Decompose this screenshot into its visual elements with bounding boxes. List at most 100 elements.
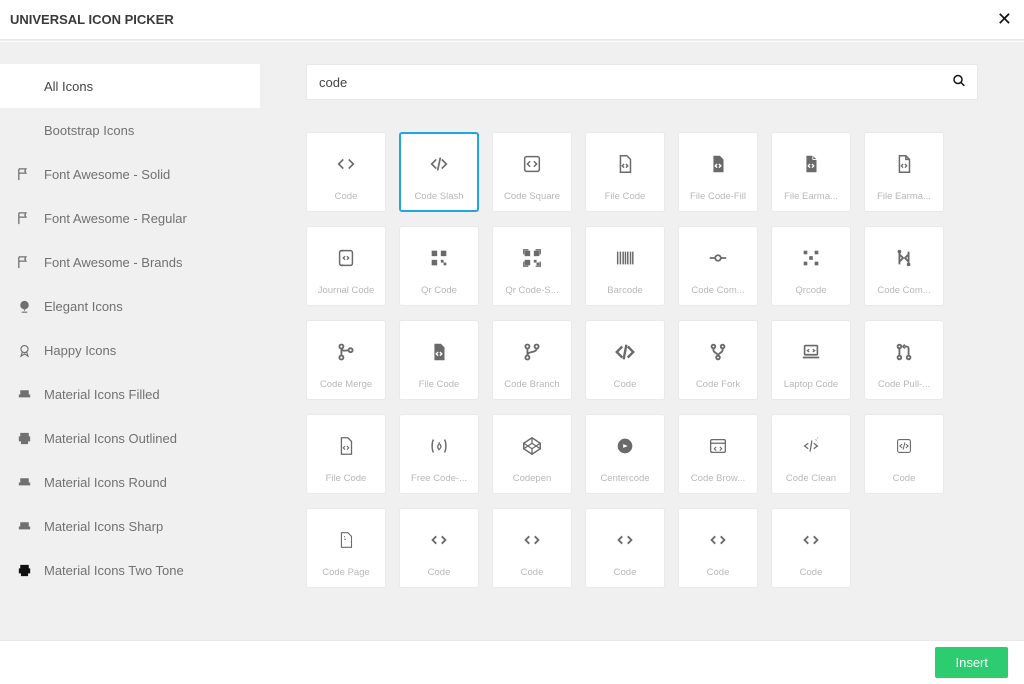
sidebar-item[interactable]: Material Icons Round [0, 460, 260, 504]
icon-card[interactable]: Laptop Code [771, 320, 851, 400]
insert-button[interactable]: Insert [935, 647, 1008, 678]
icon-label: Code [335, 191, 358, 202]
sidebar-item[interactable]: Font Awesome - Solid [0, 152, 260, 196]
icon-card[interactable]: Code [306, 132, 386, 212]
icon-card[interactable]: File Earma... [864, 132, 944, 212]
sidebar-item[interactable]: Material Icons Two Tone [0, 548, 260, 592]
icon-label: Code Branch [504, 379, 559, 390]
icon-label: Laptop Code [784, 379, 838, 390]
code-slash-icon [428, 149, 450, 179]
icon-card[interactable]: Qrcode [771, 226, 851, 306]
icon-card[interactable]: Centercode [585, 414, 665, 494]
icon-label: Code [707, 567, 730, 578]
qr-icon [428, 243, 450, 273]
icon-card[interactable]: File Earma... [771, 132, 851, 212]
sidebar-item[interactable]: Material Icons Outlined [0, 416, 260, 460]
file-earmark-fill-icon [800, 149, 822, 179]
icon-label: Code [800, 567, 823, 578]
icon-card[interactable]: Code Brow... [678, 414, 758, 494]
close-icon[interactable]: ✕ [997, 9, 1012, 30]
icon-label: Qr Code [421, 285, 457, 296]
icon-card[interactable]: Code [492, 508, 572, 588]
search-input[interactable] [319, 75, 937, 90]
code-th3-icon [614, 525, 636, 555]
globe-icon [14, 296, 34, 316]
icon-card[interactable]: Code [399, 508, 479, 588]
icon-card[interactable]: Code Page [306, 508, 386, 588]
icon-card[interactable]: Code [585, 508, 665, 588]
icon-card[interactable]: Code [585, 320, 665, 400]
code-lt-icon [335, 149, 357, 179]
sidebar-item[interactable]: Material Icons Filled [0, 372, 260, 416]
icon-card[interactable]: Free Code-... [399, 414, 479, 494]
icon-label: Free Code-... [411, 473, 467, 484]
icon-card[interactable]: File Code [399, 320, 479, 400]
sidebar-item-label: Material Icons Sharp [44, 519, 163, 534]
code-th2-icon [521, 525, 543, 555]
codepen-icon [521, 431, 543, 461]
icon-card[interactable]: Qr Code [399, 226, 479, 306]
icon-label: Journal Code [318, 285, 375, 296]
code-fork-icon [707, 337, 729, 367]
icon-card[interactable]: Journal Code [306, 226, 386, 306]
code-lt-bold-icon [614, 337, 636, 367]
app-title: UNIVERSAL ICON PICKER [10, 12, 174, 27]
journal-code-icon [335, 243, 357, 273]
icon-card[interactable]: Code [864, 414, 944, 494]
sidebar: All Icons Bootstrap Icons Font Awesome - S… [0, 42, 260, 640]
sidebar-item[interactable]: Elegant Icons [0, 284, 260, 328]
icon-card[interactable]: Code [678, 508, 758, 588]
sidebar-item[interactable]: Bootstrap Icons [0, 108, 260, 152]
sidebar-item-label: Bootstrap Icons [44, 123, 134, 138]
icon-card[interactable]: Code Slash [399, 132, 479, 212]
icon-label: Code [521, 567, 544, 578]
icon-label: Code Square [504, 191, 560, 202]
file-code-solid-icon [428, 337, 450, 367]
sidebar-item-label: Material Icons Outlined [44, 431, 177, 446]
icon-card[interactable]: Code Branch [492, 320, 572, 400]
code-clean-icon [800, 431, 822, 461]
icon-label: File Code-Fill [690, 191, 746, 202]
icon-label: Qrcode [795, 285, 826, 296]
icon-label: Code [893, 473, 916, 484]
icon-label: File Code [326, 473, 367, 484]
icon-label: Code [428, 567, 451, 578]
icon-card[interactable]: Code Com... [864, 226, 944, 306]
icon-card[interactable]: File Code [585, 132, 665, 212]
icon-card[interactable]: Code Com... [678, 226, 758, 306]
code-square-outline-icon [521, 149, 543, 179]
icon-label: File Code [605, 191, 646, 202]
icon-card[interactable]: Code Merge [306, 320, 386, 400]
barcode-icon [614, 243, 636, 273]
icon-label: Code Page [322, 567, 370, 578]
sidebar-item[interactable]: Happy Icons [0, 328, 260, 372]
freecodecamp-icon [428, 431, 450, 461]
icon-card[interactable]: Code Clean [771, 414, 851, 494]
icon-card[interactable]: Code Fork [678, 320, 758, 400]
sidebar-item[interactable]: Font Awesome - Regular [0, 196, 260, 240]
print-icon [14, 428, 34, 448]
icon-card[interactable]: File Code-Fill [678, 132, 758, 212]
icon-card[interactable]: Code Square [492, 132, 572, 212]
sidebar-item-label: Elegant Icons [44, 299, 123, 314]
sidebar-item[interactable]: All Icons [0, 64, 260, 108]
code-compare-icon [893, 243, 915, 273]
icon-card[interactable]: File Code [306, 414, 386, 494]
icon-label: Code Brow... [691, 473, 745, 484]
icon-card[interactable]: Codepen [492, 414, 572, 494]
icon-label: Code [614, 379, 637, 390]
code-square-light-icon [893, 431, 915, 461]
icon-card[interactable]: Qr Code-S... [492, 226, 572, 306]
icon-card[interactable]: Code [771, 508, 851, 588]
icon-label: Code Merge [320, 379, 372, 390]
sidebar-item[interactable]: Font Awesome - Brands [0, 240, 260, 284]
icon-label: File Earma... [784, 191, 838, 202]
sidebar-item-label: Font Awesome - Brands [44, 255, 183, 270]
sidebar-item-label: Happy Icons [44, 343, 116, 358]
file-code-lt-icon [335, 431, 357, 461]
search-box[interactable] [306, 64, 978, 100]
laptop-code-icon [800, 337, 822, 367]
sidebar-item[interactable]: Material Icons Sharp [0, 504, 260, 548]
icon-card[interactable]: Barcode [585, 226, 665, 306]
icon-card[interactable]: Code Pull-... [864, 320, 944, 400]
